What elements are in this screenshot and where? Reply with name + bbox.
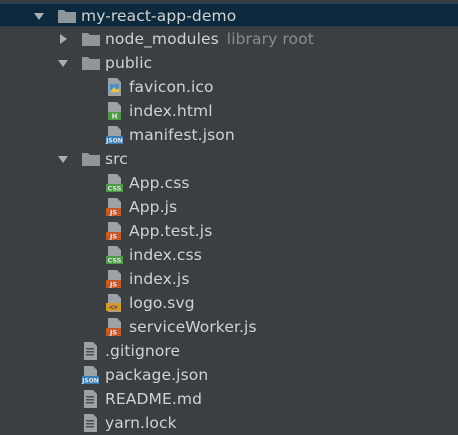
- tree-row-file[interactable]: yarn.lock: [0, 411, 458, 435]
- tree-row-file[interactable]: JS serviceWorker.js: [0, 315, 458, 339]
- folder-icon: [81, 54, 101, 72]
- svg-file-icon: <>: [105, 294, 125, 312]
- tree-label-file: .gitignore: [105, 342, 181, 360]
- tree-row-file[interactable]: JSON package.json: [0, 363, 458, 387]
- svg-text:JS: JS: [109, 209, 117, 217]
- tree-row-file[interactable]: <> logo.svg: [0, 291, 458, 315]
- svg-text:JSON: JSON: [81, 378, 99, 385]
- text-file-icon: [81, 390, 101, 408]
- tree-label-file: yarn.lock: [105, 414, 177, 432]
- html-file-icon: H: [105, 102, 125, 120]
- folder-icon: [81, 150, 101, 168]
- text-file-icon: [81, 414, 101, 432]
- tree-label-file: App.js: [129, 198, 178, 216]
- js-file-icon: JS: [105, 198, 125, 216]
- tree-row-src[interactable]: src: [0, 147, 458, 171]
- tree-label-file: logo.svg: [129, 294, 195, 312]
- svg-text:JS: JS: [109, 329, 117, 337]
- tree-row-root[interactable]: my-react-app-demo: [0, 3, 458, 27]
- tree-label-src: src: [105, 150, 128, 168]
- svg-text:JS: JS: [109, 281, 117, 289]
- chevron-down-icon[interactable]: [56, 51, 70, 75]
- json-file-icon: JSON: [105, 126, 125, 144]
- tree-row-file[interactable]: favicon.ico: [0, 75, 458, 99]
- tree-label-file: README.md: [105, 390, 203, 408]
- svg-text:CSS: CSS: [108, 185, 122, 193]
- tree-label-file: package.json: [105, 366, 209, 384]
- tree-label-file: index.css: [129, 246, 202, 264]
- tree-row-file[interactable]: CSS App.css: [0, 171, 458, 195]
- js-file-icon: JS: [105, 318, 125, 336]
- tree-label-file: manifest.json: [129, 126, 235, 144]
- tree-label-node-modules: node_modules library root: [105, 27, 314, 51]
- js-file-icon: JS: [105, 270, 125, 288]
- css-file-icon: CSS: [105, 246, 125, 264]
- tree-label-public: public: [105, 54, 153, 72]
- folder-icon: [57, 7, 77, 25]
- tree-row-file[interactable]: JS index.js: [0, 267, 458, 291]
- tree-label-file: favicon.ico: [129, 78, 214, 96]
- chevron-down-icon[interactable]: [56, 147, 70, 171]
- image-file-icon: [105, 78, 125, 96]
- tree-label-file: App.test.js: [129, 222, 213, 240]
- tree-row-node-modules[interactable]: node_modules library root: [0, 27, 458, 51]
- tree-row-file[interactable]: README.md: [0, 387, 458, 411]
- chevron-right-icon[interactable]: [56, 27, 70, 51]
- project-tree: my-react-app-demo node_modules library ro…: [0, 0, 458, 435]
- library-root-hint: library root: [226, 30, 314, 48]
- tree-row-file[interactable]: .gitignore: [0, 339, 458, 363]
- tree-label-file: index.js: [129, 270, 190, 288]
- css-file-icon: CSS: [105, 174, 125, 192]
- folder-icon: [81, 30, 101, 48]
- svg-text:CSS: CSS: [108, 257, 122, 265]
- chevron-down-icon[interactable]: [32, 4, 46, 28]
- tree-row-public[interactable]: public: [0, 51, 458, 75]
- svg-text:JS: JS: [109, 233, 117, 241]
- tree-label-file: index.html: [129, 102, 213, 120]
- tree-row-file[interactable]: CSS index.css: [0, 243, 458, 267]
- svg-text:JSON: JSON: [105, 138, 123, 145]
- tree-row-file[interactable]: JSON manifest.json: [0, 123, 458, 147]
- tree-row-file[interactable]: JS App.js: [0, 195, 458, 219]
- js-file-icon: JS: [105, 222, 125, 240]
- json-file-icon: JSON: [81, 366, 101, 384]
- folder-name: node_modules: [105, 30, 219, 48]
- svg-text:H: H: [112, 113, 118, 121]
- tree-label-file: App.css: [129, 174, 190, 192]
- tree-row-file[interactable]: H index.html: [0, 99, 458, 123]
- tree-label-file: serviceWorker.js: [129, 318, 257, 336]
- tree-label-root: my-react-app-demo: [81, 7, 237, 25]
- tree-row-file[interactable]: JS App.test.js: [0, 219, 458, 243]
- text-file-icon: [81, 342, 101, 360]
- svg-text:<>: <>: [109, 304, 117, 312]
